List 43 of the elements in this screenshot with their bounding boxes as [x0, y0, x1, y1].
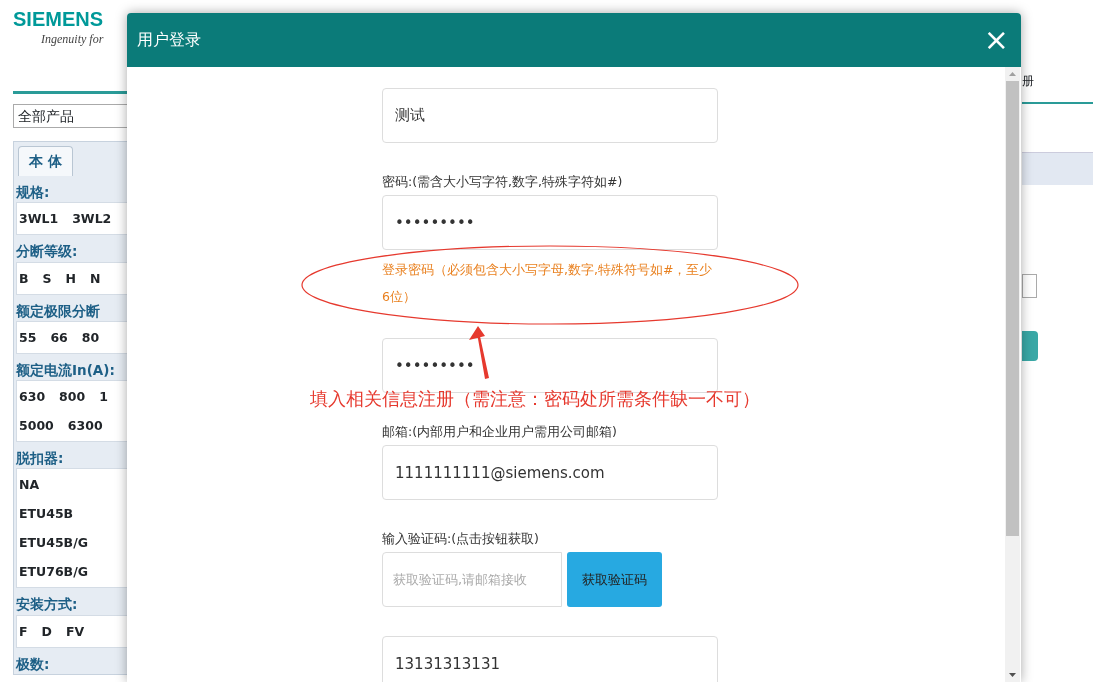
filter-title: 分断等级: — [16, 242, 79, 262]
get-code-button[interactable]: 获取验证码 — [567, 552, 662, 607]
filter-option[interactable]: 5000 — [19, 411, 54, 440]
filter-title: 安装方式: — [16, 595, 79, 615]
filter-option[interactable]: 800 — [59, 382, 86, 411]
filter-option[interactable]: H — [65, 263, 76, 293]
field-label: 密码:(需含大小写字符,数字,特殊字符如#) — [382, 173, 624, 191]
filter-option[interactable]: NA — [19, 470, 40, 500]
tagline: Ingenuity for — [41, 31, 105, 48]
filter-option[interactable]: FV — [65, 616, 85, 646]
filter-option[interactable]: ETU45B — [19, 499, 74, 529]
filter-title: 额定极限分断 — [16, 301, 101, 321]
filter-title: 极数: — [16, 654, 51, 674]
field-label: 邮箱:(内部用户和企业用户需用公司邮箱) — [382, 423, 618, 441]
filter-option[interactable]: 55 — [19, 322, 37, 352]
dialog-title: 用户登录 — [137, 29, 201, 51]
filter-option[interactable]: 3WL1 — [19, 204, 59, 234]
filter-option[interactable]: 1 — [99, 382, 108, 411]
field-label: 输入验证码:(点击按钮获取) — [382, 530, 540, 548]
filter-option[interactable]: F — [19, 616, 28, 646]
filter-option[interactable]: S — [42, 263, 52, 293]
filter-option[interactable]: N — [90, 263, 101, 293]
filter-option[interactable]: 630 — [19, 382, 46, 411]
tab[interactable]: 本 体 — [18, 146, 73, 176]
filter-option[interactable]: 66 — [50, 322, 68, 352]
filter-title: 额定电流In(A): — [16, 360, 116, 380]
input-field[interactable]: ••••••••• — [382, 195, 718, 250]
filter-option[interactable]: 80 — [81, 322, 100, 352]
filter-option[interactable]: 6300 — [67, 411, 103, 440]
filter-title: 规格: — [16, 183, 51, 202]
filter-option[interactable]: B — [19, 263, 29, 293]
hint-text: 登录密码（必须包含大小写字母,数字,特殊符号如#，至少6位） — [382, 261, 714, 306]
filter-title: 脱扣器: — [16, 449, 65, 468]
close-button[interactable]: × — [981, 25, 1011, 55]
filter-option[interactable]: D — [41, 616, 52, 646]
logo: SIEMENS — [13, 8, 105, 30]
filter-option[interactable]: ETU45B/G — [19, 528, 88, 558]
input-field[interactable]: 测试 — [382, 88, 718, 143]
input-field[interactable]: 13131313131 — [382, 636, 718, 682]
filter-option[interactable]: ETU76B/G — [19, 557, 88, 587]
input-field[interactable]: 1111111111@siemens.com — [382, 445, 718, 500]
link-text[interactable]: 册 — [1022, 74, 1034, 88]
filter-option[interactable]: 3WL2 — [72, 204, 112, 234]
